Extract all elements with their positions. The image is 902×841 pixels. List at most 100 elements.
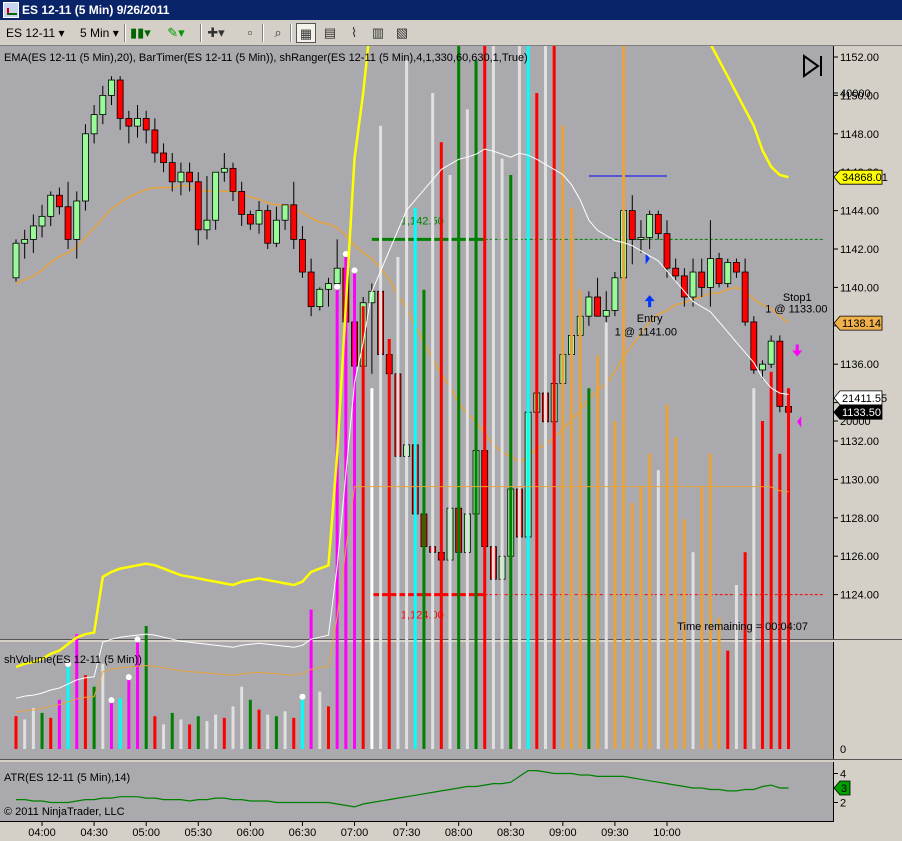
drawing-tool-icon[interactable]: ✎▾	[166, 23, 186, 43]
candle-body	[733, 262, 740, 273]
volume-bar	[760, 421, 764, 749]
volume-bar	[66, 667, 70, 749]
volume-bar	[648, 453, 652, 749]
candle-body	[108, 79, 115, 96]
candle-body	[229, 167, 237, 192]
volume-spike-dot	[134, 636, 141, 643]
volume-bar	[222, 717, 226, 749]
volume-upper-tag: 34868.01	[842, 172, 888, 184]
volume-bar	[257, 709, 261, 749]
volume-bar	[778, 453, 782, 749]
toolbar-separator	[290, 24, 292, 42]
atr-indicator-label: ATR(ES 12-11 (5 Min),14)	[4, 772, 130, 784]
time-tick-label: 10:00	[653, 827, 681, 839]
alerts-icon[interactable]: ▧	[392, 23, 412, 43]
price-tick-label: 1132.00	[840, 436, 879, 448]
volume-bar	[248, 699, 252, 749]
volume-bar	[188, 724, 192, 749]
volume-bar	[292, 717, 296, 749]
time-tick-label: 07:30	[393, 827, 421, 839]
time-tick-label: 04:00	[28, 827, 56, 839]
volume-tick-label: 20000	[840, 416, 871, 428]
volume-bar	[101, 663, 105, 749]
volume-bar	[31, 708, 35, 749]
candle-body	[116, 79, 124, 119]
candle-body	[611, 277, 619, 311]
volume-bar	[604, 322, 608, 749]
volume-tick-label: 0	[840, 744, 846, 756]
candle-body	[776, 340, 784, 407]
volume-bar	[570, 207, 574, 750]
volume-bar	[656, 470, 660, 749]
app-icon	[3, 2, 19, 18]
indicators-icon[interactable]: ⌇	[344, 23, 364, 43]
instrument-selector[interactable]: ES 12-11 ▾	[6, 23, 65, 43]
candle-body	[90, 114, 98, 135]
volume-bar	[370, 388, 374, 749]
zoom-icon[interactable]: ⌕	[268, 23, 288, 43]
volume-bar	[335, 289, 339, 749]
candle-body	[12, 242, 20, 279]
candle-body	[134, 118, 141, 127]
time-tick-label: 04:30	[80, 827, 108, 839]
properties-icon[interactable]: ▤	[320, 23, 340, 43]
copyright-label: © 2011 NinjaTrader, LLC	[4, 806, 125, 818]
volume-bar	[717, 617, 721, 749]
interval-selector[interactable]: 5 Min ▾	[80, 23, 119, 43]
bar-style-icon[interactable]: ▮▮▾	[130, 23, 151, 43]
candle-body	[142, 118, 150, 131]
window-titlebar[interactable]: ES 12-11 (5 Min) 9/26/2011	[0, 0, 902, 20]
volume-bar	[23, 719, 27, 749]
data-box-icon[interactable]: ▦	[296, 23, 316, 43]
volume-bar	[448, 175, 452, 749]
chevron-down-icon: ▾	[112, 26, 119, 40]
volume-bar	[587, 388, 591, 749]
candle-body	[637, 237, 645, 240]
volume-bar	[196, 716, 200, 749]
time-tick-label: 09:30	[601, 827, 629, 839]
volume-bar	[613, 421, 617, 749]
volume-bar	[526, 46, 530, 750]
candle-body	[186, 171, 194, 183]
candle-body	[255, 210, 263, 225]
price-tick-label: 1128.00	[840, 513, 879, 525]
time-tick-label: 06:00	[237, 827, 265, 839]
volume-spike-dot	[125, 674, 132, 681]
candle-body	[160, 152, 167, 163]
toolbar-separator	[200, 24, 202, 42]
price-tick-label: 1130.00	[840, 474, 879, 486]
time-tick-label: 05:00	[132, 827, 160, 839]
crosshair-icon[interactable]: ✚▾	[206, 23, 226, 43]
volume-bar	[517, 46, 521, 749]
candle-body	[602, 310, 610, 317]
candle-body	[715, 258, 723, 284]
price-tick-label: 1140.00	[840, 282, 879, 294]
toolbar-separator	[124, 24, 126, 42]
candle-body	[246, 214, 254, 225]
candle-body	[307, 271, 315, 307]
volume-spike-dot	[108, 697, 115, 704]
volume-spike-dot	[351, 267, 358, 274]
crosshair-mode-icon[interactable]: ▫	[240, 23, 260, 43]
panel-divider-line	[0, 759, 902, 760]
candle-body	[689, 271, 697, 298]
volume-bar	[708, 453, 712, 749]
volume-bar	[326, 706, 330, 749]
candle-body	[654, 214, 662, 235]
price-tick-label: 1126.00	[840, 551, 879, 563]
volume-bar	[231, 706, 235, 749]
volume-bar	[639, 486, 643, 749]
strategies-icon[interactable]: ▥	[368, 23, 388, 43]
volume-bar	[170, 712, 174, 749]
volume-bar	[405, 60, 409, 749]
time-tick-label: 09:00	[549, 827, 577, 839]
volume-bar	[787, 388, 791, 749]
volume-bar	[596, 355, 600, 749]
volume-bar	[483, 46, 487, 749]
volume-bar	[561, 125, 565, 750]
chart-canvas[interactable]: 1,142.501,124.00Entry1 @ 1141.00Stop11 @…	[0, 46, 902, 841]
candle-body	[724, 262, 732, 284]
volume-bar	[691, 552, 695, 749]
candle-body	[759, 363, 766, 371]
price-tick-label: 1152.00	[840, 52, 879, 64]
